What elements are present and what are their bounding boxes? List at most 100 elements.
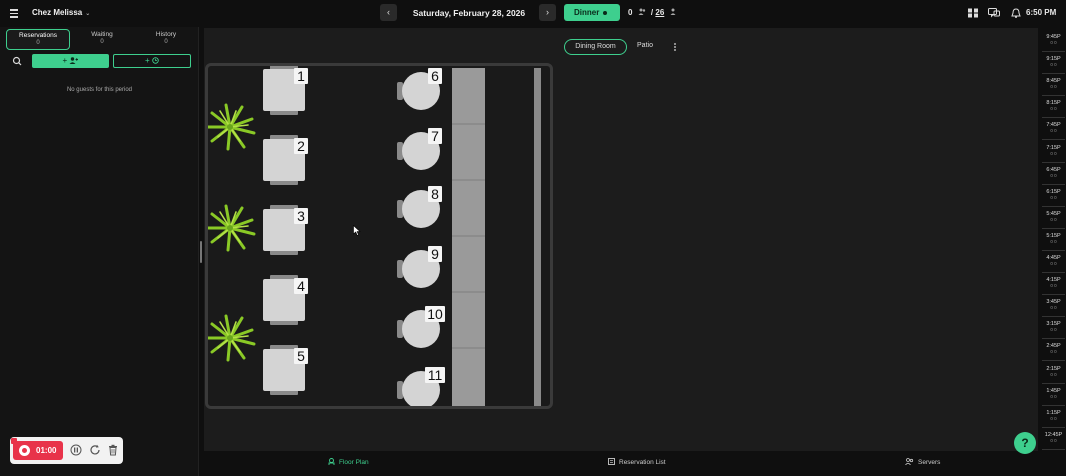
time-slot[interactable]: 8:15P 0 0 — [1041, 100, 1066, 119]
restaurant-name: Chez Melissa — [32, 8, 83, 17]
time-slot[interactable]: 3:15P 0 0 — [1041, 321, 1066, 340]
chat-icon[interactable] — [988, 8, 1000, 18]
add-waitlist-button[interactable]: + — [113, 54, 191, 68]
trash-icon[interactable] — [107, 444, 119, 456]
table-2[interactable]: 2 — [263, 135, 308, 185]
time-slot[interactable]: 9:45P 0 0 — [1041, 34, 1066, 52]
guest-toolbar: + + — [8, 54, 192, 68]
tab-history[interactable]: History 0 — [134, 29, 198, 50]
time-slot-divider — [1042, 426, 1065, 428]
next-day-button[interactable]: › — [539, 4, 556, 21]
grid-icon[interactable] — [967, 8, 979, 18]
person-icon — [670, 8, 676, 15]
time-slot[interactable]: 2:45P 0 0 — [1041, 343, 1066, 362]
tab-count: 0 — [164, 39, 168, 45]
time-slot-divider — [1042, 316, 1065, 318]
time-slot[interactable]: 2:15P 0 0 — [1041, 366, 1066, 384]
table-5[interactable]: 5 — [263, 345, 308, 395]
room-tab-label: Dining Room — [575, 43, 616, 50]
time-slot[interactable]: 6:45P 0 0 — [1041, 167, 1066, 185]
person-add-icon — [69, 56, 79, 64]
table-4[interactable]: 4 — [263, 275, 308, 325]
room-tab-dining-room[interactable]: Dining Room — [564, 39, 627, 55]
table-number: 7 — [431, 128, 439, 144]
time-slot[interactable]: 4:45P 0 0 — [1041, 255, 1066, 273]
covers-separator: / — [650, 8, 654, 17]
tab-waiting[interactable]: Waiting 0 — [70, 29, 134, 50]
time-slot[interactable]: 4:15P 0 0 — [1041, 277, 1066, 296]
time-slot[interactable]: 3:45P 0 0 — [1041, 299, 1066, 318]
bell-icon[interactable] — [1010, 8, 1022, 18]
time-slot-divider — [1042, 382, 1065, 384]
time-slot[interactable]: 12:45P 0 0 — [1041, 432, 1066, 450]
previous-day-button[interactable]: ‹ — [380, 4, 397, 21]
table-10[interactable]: 10 — [397, 306, 445, 348]
time-slot-divider — [1042, 227, 1065, 229]
room-tab-patio[interactable]: Patio — [632, 39, 658, 55]
time-slot-count: 0 0 — [1050, 40, 1057, 45]
time-slot-divider — [1042, 73, 1065, 75]
time-slot[interactable]: 9:15P 0 0 — [1041, 56, 1066, 75]
table-number: 2 — [297, 138, 305, 154]
table-11[interactable]: 11 — [397, 367, 445, 409]
time-slot-count: 0 0 — [1050, 415, 1057, 421]
time-slot-divider — [1042, 117, 1065, 119]
shift-label: Dinner — [574, 8, 600, 17]
time-slot[interactable]: 1:15P 0 0 — [1041, 410, 1066, 428]
add-reservation-button[interactable]: + — [32, 54, 109, 68]
table-7[interactable]: 7 — [397, 128, 442, 170]
tab-count: 0 — [100, 39, 104, 45]
table-number: 3 — [297, 208, 305, 224]
time-slot-divider — [1042, 161, 1065, 163]
restart-icon[interactable] — [89, 444, 101, 456]
empty-state-message: No guests for this period — [66, 87, 133, 93]
chevron-down-icon: ⌄ — [85, 11, 91, 17]
time-slot-divider — [1042, 338, 1065, 340]
time-slot-divider — [1042, 448, 1065, 450]
time-slot-divider — [1042, 404, 1065, 406]
table-number: 9 — [431, 246, 439, 262]
pause-icon[interactable] — [70, 444, 82, 456]
table-number: 8 — [431, 186, 439, 202]
time-slot-count: 0 0 — [1050, 327, 1057, 333]
tab-reservations[interactable]: Reservations 0 — [6, 29, 70, 50]
table-9[interactable]: 9 — [397, 246, 442, 288]
restaurant-selector[interactable]: Chez Melissa ⌄ — [32, 8, 90, 17]
guest-panel: Reservations 0 Waiting 0 History 0 + + N… — [0, 27, 199, 476]
time-slot[interactable]: 5:45P 0 0 — [1041, 211, 1066, 229]
time-slot-divider — [1042, 139, 1065, 141]
time-slot-divider — [1042, 205, 1065, 207]
help-button[interactable]: ? — [1014, 432, 1036, 454]
room-tab-label: Patio — [637, 42, 653, 49]
tab-label: Waiting — [91, 31, 113, 38]
nav-floor-plan[interactable]: Floor Plan — [328, 458, 369, 466]
time-slot[interactable]: 8:45P 0 0 — [1041, 78, 1066, 97]
list-icon — [608, 458, 615, 465]
time-slot-divider — [1042, 272, 1065, 273]
panel-resize-handle[interactable] — [200, 241, 202, 263]
nav-servers[interactable]: Servers — [905, 458, 940, 466]
time-slot-count: 0 0 — [1050, 84, 1057, 90]
covers-current: 0 — [628, 8, 633, 17]
table-1[interactable]: 1 — [263, 65, 308, 115]
time-slot-divider — [1042, 294, 1065, 296]
shift-selector[interactable]: Dinner — [564, 4, 620, 21]
table-3[interactable]: 3 — [263, 205, 308, 255]
nav-reservation-list[interactable]: Reservation List — [608, 458, 666, 466]
time-slot[interactable]: 6:15P 0 0 — [1041, 189, 1066, 207]
time-slot[interactable]: 1:45P 0 0 — [1041, 388, 1066, 406]
time-slot[interactable]: 7:45P 0 0 — [1041, 122, 1066, 141]
time-slot-count: 0 0 — [1050, 128, 1057, 134]
search-icon[interactable] — [8, 54, 26, 68]
servers-icon — [905, 458, 914, 465]
more-options-icon[interactable] — [673, 42, 677, 52]
table-8[interactable]: 8 — [397, 186, 442, 228]
time-slot[interactable]: 5:15P 0 0 — [1041, 233, 1066, 251]
time-slot-count: 0 0 — [1050, 437, 1057, 443]
time-slot[interactable]: 7:15P 0 0 — [1041, 145, 1066, 163]
table-6[interactable]: 6 — [397, 68, 442, 110]
menu-icon[interactable] — [10, 9, 18, 18]
stop-recording-button[interactable]: 01:00 — [13, 441, 63, 460]
time-slot-divider — [1042, 360, 1065, 362]
covers-counter: 0 / 26 — [628, 8, 679, 17]
